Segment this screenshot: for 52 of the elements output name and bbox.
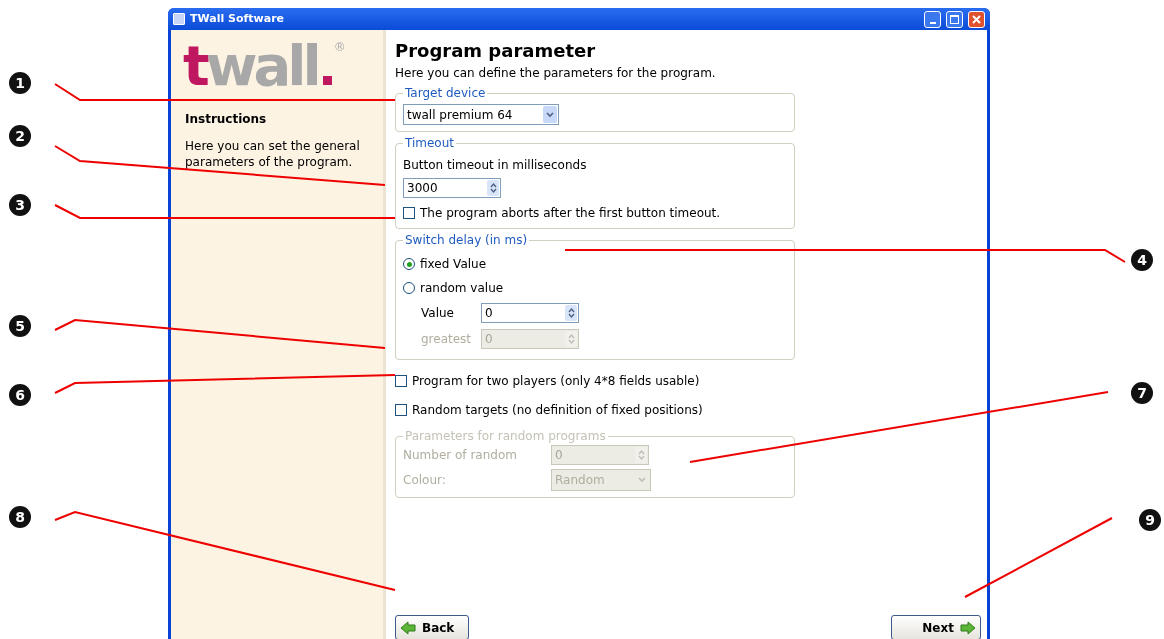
- callout-number: 5: [9, 315, 31, 337]
- chevron-down-icon: [638, 477, 646, 483]
- spin-field[interactable]: 0: [481, 303, 579, 323]
- spin-arrows-icon: [637, 449, 645, 461]
- minimize-button[interactable]: [924, 10, 941, 28]
- page-title: Program parameter: [395, 40, 597, 62]
- group-title: Target device: [404, 85, 487, 102]
- field-label: greatest: [421, 331, 473, 348]
- arrow-right-icon: [960, 620, 976, 635]
- page-subtitle: Here you can define the parameters for the program.: [395, 65, 717, 82]
- spin-arrows-icon: [567, 307, 575, 319]
- checkbox-label: The program aborts after the first button timeout.: [420, 205, 721, 222]
- field-label: Colour:: [403, 472, 447, 489]
- checkbox[interactable]: [395, 375, 407, 387]
- callout-number: 9: [1139, 509, 1161, 531]
- instructions-text: Here you can set the general parameters of the program.: [185, 138, 361, 170]
- callout-number: 2: [9, 125, 31, 147]
- callout-number: 3: [9, 194, 31, 216]
- callout-number: 7: [1131, 382, 1153, 404]
- radio-label: fixed Value: [420, 256, 487, 273]
- app-icon: [173, 13, 185, 25]
- radio-label: random value: [420, 280, 504, 297]
- spin-arrows-icon: [567, 333, 575, 345]
- spin-arrows-icon: [489, 182, 497, 194]
- device-dropdown[interactable]: twall premium 64: [403, 104, 559, 125]
- sidebar-heading: Instructions: [185, 111, 268, 128]
- next-button[interactable]: Next: [891, 615, 981, 639]
- maximize-button[interactable]: [946, 10, 963, 28]
- chevron-down-icon: [546, 111, 554, 118]
- callout-number: 8: [9, 506, 31, 528]
- checkbox-label: Random targets (no definition of fixed positions): [412, 402, 703, 419]
- radio-button[interactable]: [403, 282, 415, 294]
- group-title: Timeout: [404, 135, 456, 152]
- timeout-label: Button timeout in milliseconds: [403, 157, 588, 174]
- close-button[interactable]: [968, 10, 985, 28]
- group-title: Switch delay (in ms): [404, 232, 529, 249]
- checkbox[interactable]: [395, 404, 407, 416]
- spin-field[interactable]: 3000: [403, 178, 501, 198]
- group-title: Parameters for random programs: [404, 428, 607, 445]
- checkbox-label: Program for two players (only 4*8 fields usable): [412, 373, 700, 390]
- field-label: Value: [421, 305, 455, 322]
- radio-button[interactable]: [403, 258, 415, 270]
- arrow-left-icon: [400, 620, 416, 635]
- callout-number: 1: [9, 72, 31, 94]
- callout-number: 4: [1131, 249, 1153, 271]
- close-icon: [972, 14, 981, 24]
- checkbox[interactable]: [403, 207, 415, 219]
- window-title: TWall Software: [190, 10, 286, 27]
- back-button[interactable]: Back: [395, 615, 469, 639]
- logo: twall ®: [183, 38, 347, 98]
- callout-number: 6: [9, 384, 31, 406]
- field-label: Number of random: [403, 447, 518, 464]
